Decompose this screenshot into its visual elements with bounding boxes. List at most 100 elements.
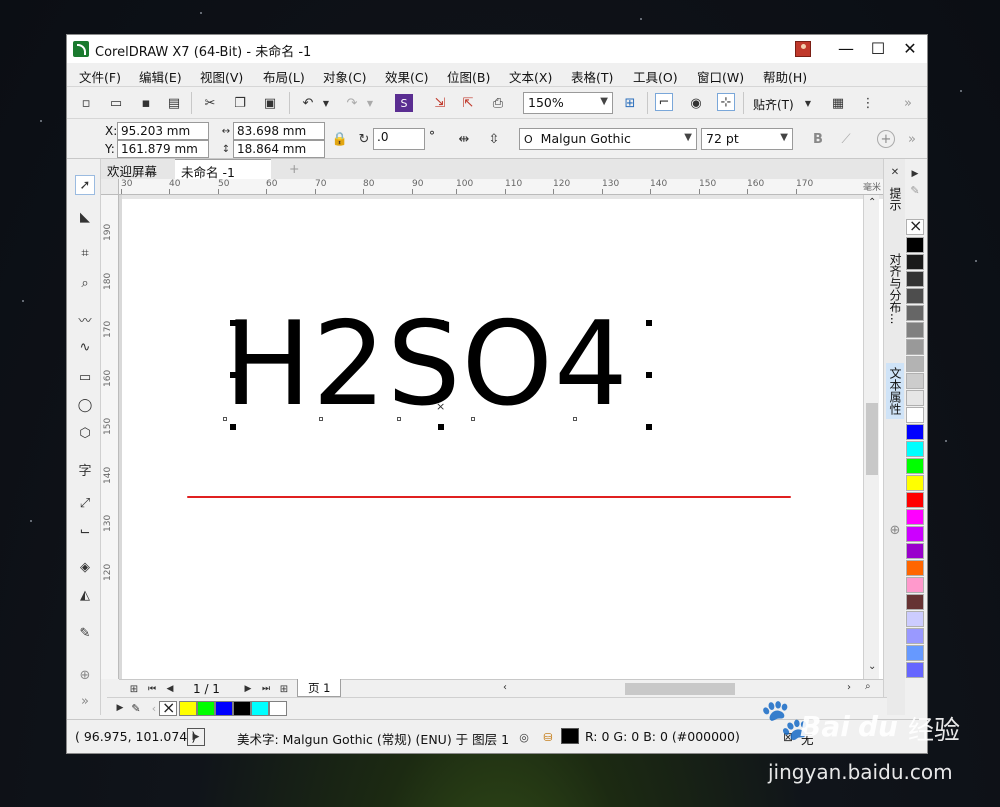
docker-tab-hints[interactable]: 提示 [886,183,904,215]
close-icon[interactable]: ✕ [886,163,904,181]
vertical-scrollbar[interactable]: ⌃ ⌄ [863,195,879,679]
chevron-left-icon[interactable]: ‹ [503,682,507,693]
menu-tools[interactable]: 工具(O) [633,67,678,86]
next-page-icon[interactable]: ▶ [239,680,257,698]
vertical-scroll-thumb[interactable] [866,403,878,475]
menu-effects[interactable]: 效果(C) [385,67,428,86]
crop-tool-icon[interactable]: ⌗ [75,243,95,263]
palette-swatch[interactable] [906,373,924,389]
document-palette-swatch[interactable] [179,701,197,716]
palette-swatch[interactable] [906,407,924,423]
horizontal-scroll-thumb[interactable] [625,683,735,695]
text-effects-icon[interactable]: ⟋ [837,130,855,148]
document-palette-swatch[interactable] [233,701,251,716]
palette-swatch[interactable] [906,424,924,440]
selection-handle[interactable] [646,320,652,326]
publish-pdf-icon[interactable]: ⎙ [489,94,507,112]
redo-dropdown-icon[interactable]: ▼ [361,94,379,112]
menu-layout[interactable]: 布局(L) [263,67,305,86]
palette-swatch[interactable] [906,271,924,287]
palette-swatch[interactable] [906,254,924,270]
menu-view[interactable]: 视图(V) [200,67,243,86]
palette-swatch[interactable] [906,339,924,355]
cut-icon[interactable]: ✂ [201,94,219,112]
zoom-level-select[interactable]: 150% ▼ [523,92,613,114]
undo-dropdown-icon[interactable]: ▼ [317,94,335,112]
show-rulers-icon[interactable]: ⌐ [655,93,673,111]
artistic-text-object[interactable]: H2SO4 [224,307,629,423]
fill-color-swatch[interactable] [561,728,579,744]
selection-handle[interactable] [438,320,444,326]
add-tool-icon[interactable]: ⊕ [75,665,95,685]
document-palette-swatch[interactable] [215,701,233,716]
first-page-icon[interactable]: ⏮ [143,680,161,698]
palette-swatch[interactable] [906,611,924,627]
import-icon[interactable]: ⇲ [431,94,449,112]
show-guidelines-icon[interactable]: ⊹ [717,93,735,111]
palette-swatch[interactable] [906,594,924,610]
palette-swatch[interactable] [906,356,924,372]
character-node[interactable] [319,417,323,421]
menu-table[interactable]: 表格(T) [571,67,613,86]
last-page-icon[interactable]: ⏭ [257,680,275,698]
export-icon[interactable]: ⇱ [459,94,477,112]
font-family-select[interactable]: O Malgun Gothic ▼ [519,128,697,150]
extrude-tool-icon[interactable]: ◈ [75,557,95,577]
selection-handle[interactable] [646,424,652,430]
red-line-object[interactable] [187,496,791,498]
palette-swatch[interactable] [906,322,924,338]
palette-swatch[interactable] [906,288,924,304]
artistic-media-icon[interactable]: ∿ [75,337,95,357]
minimize-button[interactable]: — [831,38,861,60]
show-grid-icon[interactable]: ◉ [687,94,705,112]
palette-swatch[interactable] [906,390,924,406]
eyedropper-icon[interactable]: ✎ [127,699,145,717]
selection-handle[interactable] [646,372,652,378]
freehand-tool-icon[interactable]: 〰 [75,309,95,329]
shape-tool-icon[interactable]: ◣ [75,207,95,227]
drawing-canvas[interactable]: H2SO4 × [119,195,883,679]
menu-edit[interactable]: 编辑(E) [139,67,182,86]
paste-icon[interactable]: ▣ [261,94,279,112]
parallel-dimension-icon[interactable]: ⤢ [75,493,95,513]
fill-bucket-icon[interactable]: ⛁ [539,728,557,746]
palette-swatch[interactable] [906,628,924,644]
menu-bitmaps[interactable]: 位图(B) [447,67,490,86]
save-icon[interactable]: ▪ [137,94,155,112]
ellipse-tool-icon[interactable]: ◯ [75,395,95,415]
play-icon[interactable]: ▶ [187,728,205,746]
transparency-tool-icon[interactable]: ◭ [75,585,95,605]
palette-swatch[interactable] [906,577,924,593]
snap-to-dropdown[interactable]: 贴齐(T) [753,96,794,113]
zoom-tool-icon[interactable]: ⌕ [75,273,95,293]
add-tab-button[interactable]: + [283,159,305,179]
polygon-tool-icon[interactable]: ⬡ [75,423,95,443]
selection-handle[interactable] [230,424,236,430]
open-folder-icon[interactable]: ▭ [107,94,125,112]
palette-swatch[interactable] [906,526,924,542]
rectangle-tool-icon[interactable]: ▭ [75,367,95,387]
object-height-field[interactable]: 18.864 mm [233,140,325,158]
chevron-up-icon[interactable]: ⌃ [868,197,876,208]
application-launcher-icon[interactable]: ⋮ [859,94,877,112]
options-icon[interactable]: ▦ [829,94,847,112]
selection-handle[interactable] [230,372,236,378]
page-tab-1[interactable]: 页 1 [297,679,342,697]
character-node[interactable] [397,417,401,421]
tab-untitled-document[interactable]: 未命名 -1 [175,159,271,180]
bold-icon[interactable]: B [809,130,827,148]
add-icon[interactable]: + [877,130,895,148]
color-proof-icon[interactable]: ◎ [515,728,533,746]
palette-swatch[interactable] [906,509,924,525]
add-page-after-icon[interactable]: ⊞ [275,680,293,698]
menu-help[interactable]: 帮助(H) [763,67,807,86]
palette-swatch[interactable] [906,560,924,576]
search-content-icon[interactable]: S [395,94,413,112]
chevron-right-icon[interactable]: › [847,682,851,693]
selection-handle[interactable] [230,320,236,326]
toolbar-overflow-button[interactable]: » [899,94,917,112]
palette-swatch[interactable] [906,543,924,559]
selection-handle[interactable] [438,424,444,430]
redo-icon[interactable]: ↷ [343,94,361,112]
menu-text[interactable]: 文本(X) [509,67,552,86]
